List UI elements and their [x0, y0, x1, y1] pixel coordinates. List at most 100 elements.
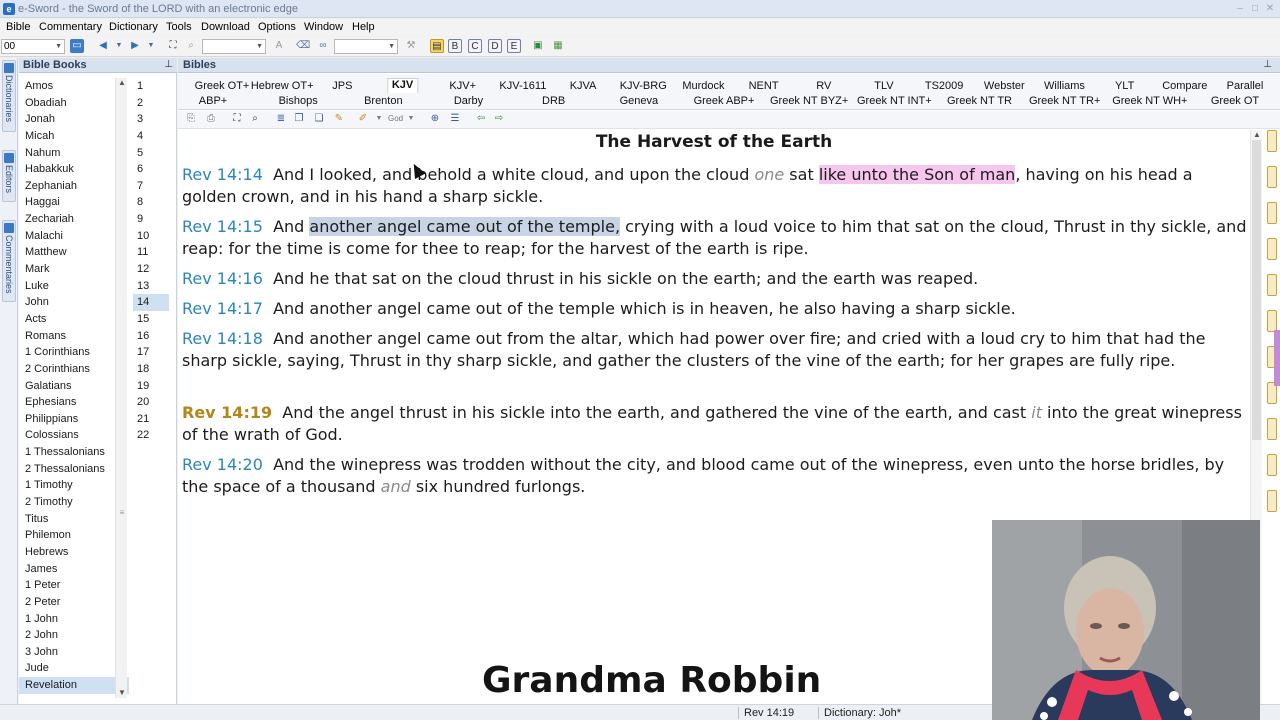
verse-rev-14-19[interactable]: Rev 14:19 And the angel thrust in his si…: [182, 402, 1248, 446]
chapter-item[interactable]: 5: [133, 145, 169, 162]
menu-bible[interactable]: Bible: [6, 21, 30, 33]
menu-commentary[interactable]: Commentary: [39, 21, 102, 33]
book-item[interactable]: 1 Peter: [19, 577, 129, 594]
chapter-combo[interactable]: 00 ▼: [1, 39, 65, 54]
book-item[interactable]: Obadiah: [19, 95, 129, 112]
bible-view-icon[interactable]: ▭: [70, 39, 84, 53]
chapter-item[interactable]: 22: [133, 427, 169, 444]
translation-tab[interactable]: KJV: [386, 78, 419, 93]
book-item[interactable]: 2 Timothy: [19, 494, 129, 511]
chapter-item[interactable]: 1: [133, 78, 169, 95]
verse-ref[interactable]: Rev 14:14: [182, 165, 263, 184]
sync-left-icon[interactable]: ⇦: [474, 112, 488, 126]
translation-tab[interactable]: Parallel: [1227, 80, 1264, 92]
menu-options[interactable]: Options: [258, 21, 296, 33]
book-item[interactable]: 1 Corinthians: [19, 344, 129, 361]
translation-tab[interactable]: KJV-1611: [499, 80, 546, 92]
zoom-icon[interactable]: ⊕: [428, 112, 442, 126]
close-button[interactable]: ✕: [1264, 4, 1276, 14]
marker-dropdown-icon[interactable]: ▼: [372, 112, 386, 126]
tab-editors[interactable]: Editors: [2, 150, 16, 202]
translation-tab[interactable]: Greek OT+: [195, 80, 250, 92]
book-item[interactable]: James: [19, 561, 129, 578]
chapter-item[interactable]: 20: [133, 394, 169, 411]
layout-b-icon[interactable]: B: [448, 39, 462, 53]
translation-tab[interactable]: Greek ABP+: [694, 95, 755, 107]
scroll-down-icon[interactable]: ▼: [117, 688, 127, 698]
tab-dictionaries[interactable]: Dictionaries: [2, 60, 16, 132]
translation-combo[interactable]: ▼: [334, 39, 398, 54]
back-icon[interactable]: ◀: [96, 39, 110, 53]
book-item[interactable]: Haggai: [19, 194, 129, 211]
chapter-item[interactable]: 11: [133, 244, 169, 261]
translation-tab[interactable]: TS2009: [925, 80, 964, 92]
book-item[interactable]: Revelation: [19, 677, 129, 694]
rail-tab[interactable]: [1267, 310, 1277, 332]
book-item[interactable]: Matthew: [19, 244, 129, 261]
scroll-grip-icon[interactable]: ≡: [117, 508, 127, 518]
scroll-up-icon[interactable]: ▲: [117, 78, 127, 88]
chapter-item[interactable]: 18: [133, 361, 169, 378]
link-icon[interactable]: ∞: [316, 39, 330, 53]
chapter-item[interactable]: 17: [133, 344, 169, 361]
book-item[interactable]: Titus: [19, 511, 129, 528]
chapter-item[interactable]: 13: [133, 278, 169, 295]
pin-icon[interactable]: ⊥: [164, 59, 173, 70]
marker-icon[interactable]: ✐: [356, 112, 370, 126]
book-item[interactable]: 1 Thessalonians: [19, 444, 129, 461]
translation-tab[interactable]: YLT: [1115, 80, 1134, 92]
translation-tab[interactable]: Greek NT BYZ+: [770, 95, 848, 107]
book-item[interactable]: Amos: [19, 78, 129, 95]
translation-tab[interactable]: Darby: [454, 95, 483, 107]
book-item[interactable]: 1 Timothy: [19, 477, 129, 494]
menu-help[interactable]: Help: [352, 21, 375, 33]
chapter-item[interactable]: 16: [133, 328, 169, 345]
find-icon[interactable]: ⌕: [248, 112, 262, 126]
scrollbar-thumb[interactable]: [1252, 140, 1261, 440]
translation-tab[interactable]: Greek NT WH+: [1112, 95, 1187, 107]
chapter-item[interactable]: 7: [133, 178, 169, 195]
book-item[interactable]: 2 John: [19, 627, 129, 644]
book-item[interactable]: 3 John: [19, 644, 129, 661]
layout-e-icon[interactable]: E: [507, 39, 521, 53]
book-item[interactable]: Acts: [19, 311, 129, 328]
chapter-item[interactable]: 3: [133, 111, 169, 128]
translation-tab[interactable]: TLV: [874, 80, 893, 92]
copy-verse-icon[interactable]: ⎘: [184, 112, 198, 126]
book-item[interactable]: Nahum: [19, 145, 129, 162]
menu-window[interactable]: Window: [304, 21, 343, 33]
text-icon[interactable]: ≣: [274, 112, 288, 126]
verse-ref[interactable]: Rev 14:18: [182, 329, 263, 348]
chapter-item[interactable]: 6: [133, 161, 169, 178]
translation-tab[interactable]: Greek NT TR: [947, 95, 1012, 107]
translation-tab[interactable]: KJV-BRG: [620, 80, 667, 92]
translation-tab[interactable]: Greek NT TR+: [1029, 95, 1100, 107]
search-combo[interactable]: ▼: [202, 39, 266, 54]
book-item[interactable]: John: [19, 294, 129, 311]
book-item[interactable]: 2 Thessalonians: [19, 461, 129, 478]
book-item[interactable]: Jude: [19, 660, 129, 677]
book-item[interactable]: Philippians: [19, 411, 129, 428]
eraser-icon[interactable]: ⌫: [296, 39, 310, 53]
translation-tab[interactable]: Greek OT: [1211, 95, 1259, 107]
translation-tab[interactable]: Geneva: [620, 95, 659, 107]
layout-single-icon[interactable]: ▤: [430, 39, 444, 53]
book-item[interactable]: 1 John: [19, 611, 129, 628]
translation-tab[interactable]: JPS: [332, 80, 352, 92]
translation-tab[interactable]: KJV+: [449, 80, 476, 92]
search-icon[interactable]: ⌕: [184, 39, 198, 53]
chapter-item[interactable]: 8: [133, 194, 169, 211]
translation-tab[interactable]: Webster: [984, 80, 1025, 92]
copy-icon[interactable]: ❐: [292, 112, 306, 126]
grid-icon[interactable]: ▦: [551, 39, 565, 53]
back-dropdown-icon[interactable]: ▼: [112, 39, 126, 53]
highlight-icon[interactable]: ✎: [332, 112, 346, 126]
chapter-item[interactable]: 4: [133, 128, 169, 145]
book-item[interactable]: Luke: [19, 278, 129, 295]
translation-tab[interactable]: NENT: [749, 80, 779, 92]
binoculars-icon[interactable]: ⛶: [166, 39, 180, 53]
menu-dictionary[interactable]: Dictionary: [109, 21, 158, 33]
book-item[interactable]: Ephesians: [19, 394, 129, 411]
chapter-item[interactable]: 12: [133, 261, 169, 278]
paste-icon[interactable]: ❏: [312, 112, 326, 126]
